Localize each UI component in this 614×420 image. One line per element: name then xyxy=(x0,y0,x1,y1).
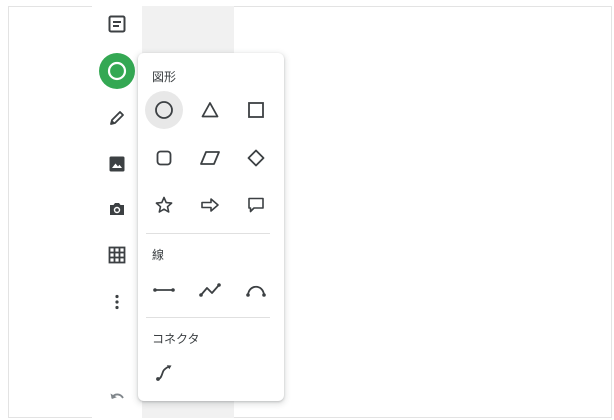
undo-icon xyxy=(110,393,124,399)
rounded-square-icon xyxy=(156,150,172,166)
arrow-icon xyxy=(201,198,219,212)
diamond-icon xyxy=(247,149,265,167)
line-straight-option[interactable] xyxy=(145,271,183,309)
shape-star-option[interactable] xyxy=(145,186,183,224)
shape-speech-bubble-option[interactable] xyxy=(237,186,275,224)
shapes-section-title: 図形 xyxy=(152,70,177,84)
lines-section-title: 線 xyxy=(152,248,165,262)
line-curve-option[interactable] xyxy=(237,271,275,309)
text-box-icon xyxy=(108,15,126,33)
connector-icon xyxy=(156,365,172,381)
camera-tool[interactable] xyxy=(99,191,135,227)
table-tool[interactable] xyxy=(99,237,135,273)
pen-icon xyxy=(110,111,124,125)
shape-menu: 図形 線 コネクタ xyxy=(138,53,284,401)
line-polyline-option[interactable] xyxy=(191,271,229,309)
pen-tool[interactable] xyxy=(99,100,135,136)
speech-bubble-icon xyxy=(248,197,264,213)
shape-circle-icon xyxy=(107,61,127,81)
text-box-tool[interactable] xyxy=(99,6,135,42)
shape-rounded-square-option[interactable] xyxy=(145,139,183,177)
straight-line-icon xyxy=(153,288,175,292)
image-icon xyxy=(109,156,125,172)
section-divider xyxy=(146,233,270,234)
image-tool[interactable] xyxy=(99,146,135,182)
section-divider xyxy=(146,317,270,318)
curve-icon xyxy=(246,285,266,297)
polyline-icon xyxy=(199,283,221,297)
circle-icon xyxy=(155,101,173,119)
connector-option[interactable] xyxy=(145,353,183,391)
shape-circle-option[interactable] xyxy=(145,91,183,129)
grid-icon xyxy=(108,246,126,264)
shape-tool[interactable] xyxy=(99,53,135,89)
more-vert-icon xyxy=(115,294,119,310)
undo-button[interactable] xyxy=(99,378,135,414)
shape-square-option[interactable] xyxy=(237,91,275,129)
triangle-icon xyxy=(201,102,219,118)
parallelogram-icon xyxy=(200,151,220,165)
connector-section-title: コネクタ xyxy=(152,332,200,346)
shape-parallelogram-option[interactable] xyxy=(191,139,229,177)
square-icon xyxy=(248,102,264,118)
shape-arrow-option[interactable] xyxy=(191,186,229,224)
shape-diamond-option[interactable] xyxy=(237,139,275,177)
camera-icon xyxy=(110,203,124,215)
shape-triangle-option[interactable] xyxy=(191,91,229,129)
more-tool[interactable] xyxy=(99,284,135,320)
star-icon xyxy=(155,196,173,213)
